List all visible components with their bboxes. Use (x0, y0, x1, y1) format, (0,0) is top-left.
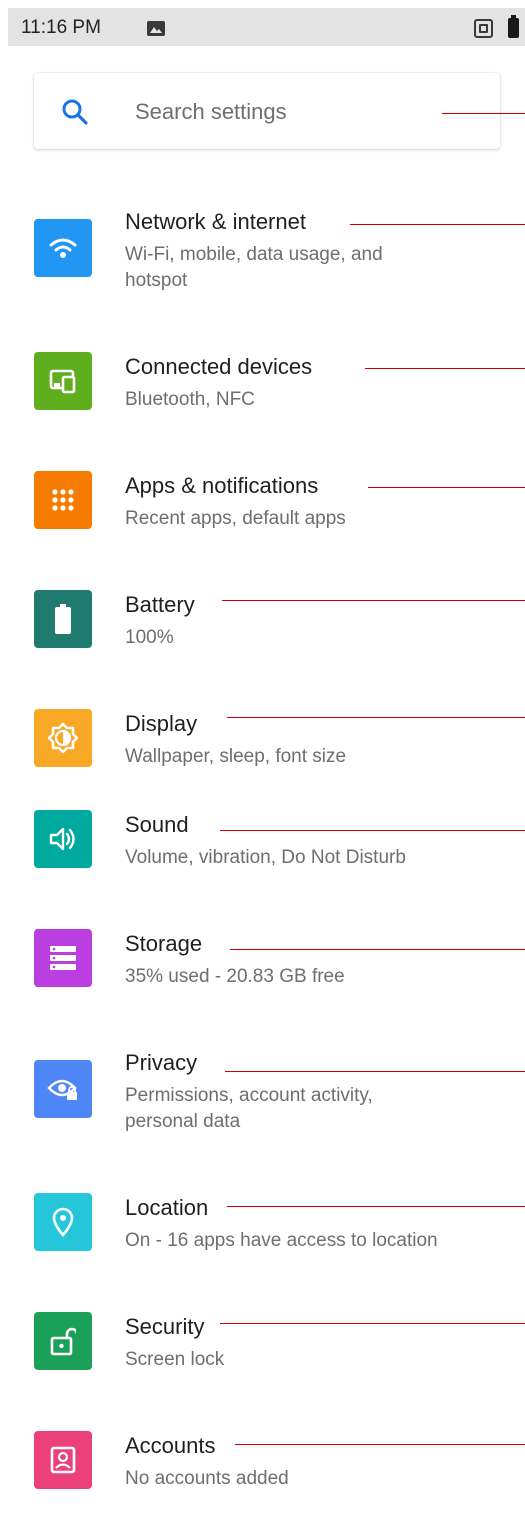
settings-item-sound[interactable]: Sound Volume, vibration, Do Not Disturb (0, 803, 525, 903)
annotation-line (365, 368, 525, 369)
item-title: Security (125, 1314, 205, 1339)
annotation-line (220, 1323, 525, 1324)
brightness-icon (34, 709, 92, 767)
settings-screen: 11:16 PM Search settings Network & inter… (0, 0, 525, 1506)
item-summary: 100% (125, 627, 174, 648)
annotation-line (368, 487, 525, 488)
lock-icon (34, 1312, 92, 1370)
nfc-icon (474, 19, 493, 38)
item-summary: On - 16 apps have access to location (125, 1230, 438, 1251)
annotation-line (227, 1206, 525, 1207)
settings-item-storage[interactable]: Storage 35% used - 20.83 GB free (0, 922, 525, 1022)
settings-item-security[interactable]: Security Screen lock (0, 1305, 525, 1405)
privacy-eye-icon (34, 1060, 92, 1118)
gallery-icon (147, 21, 165, 36)
annotation-line (222, 600, 525, 601)
search-bar[interactable]: Search settings (34, 73, 500, 149)
item-title: Apps & notifications (125, 473, 319, 498)
item-title: Connected devices (125, 354, 313, 379)
status-time: 11:16 PM (21, 17, 101, 38)
item-title: Display (125, 711, 198, 736)
item-title: Storage (125, 931, 203, 956)
search-input[interactable]: Search settings (135, 99, 287, 125)
wifi-icon (34, 219, 92, 277)
item-summary: Volume, vibration, Do Not Disturb (125, 847, 406, 868)
item-summary: Bluetooth, NFC (125, 389, 255, 410)
settings-item-apps-notifications[interactable]: Apps & notifications Recent apps, defaul… (0, 464, 525, 564)
item-title: Accounts (125, 1433, 216, 1458)
item-title: Battery (125, 592, 195, 617)
item-title: Network & internet (125, 209, 306, 234)
item-summary: Wallpaper, sleep, font size (125, 746, 347, 767)
volume-icon (34, 810, 92, 868)
item-summary: Screen lock (125, 1349, 225, 1370)
item-summary: No accounts added (125, 1468, 289, 1489)
battery-icon (34, 590, 92, 648)
settings-item-battery[interactable]: Battery 100% (0, 583, 525, 683)
item-summary: Wi-Fi, mobile, data usage, and hotspot (125, 244, 383, 291)
location-pin-icon (34, 1193, 92, 1251)
annotation-line (225, 1071, 525, 1072)
search-icon (61, 98, 89, 131)
item-title: Privacy (125, 1050, 198, 1075)
apps-grid-icon (34, 471, 92, 529)
settings-item-connected-devices[interactable]: Connected devices Bluetooth, NFC (0, 345, 525, 445)
battery-icon (508, 15, 519, 38)
settings-item-location[interactable]: Location On - 16 apps have access to loc… (0, 1186, 525, 1286)
item-title: Sound (125, 812, 189, 837)
item-summary: 35% used - 20.83 GB free (125, 966, 345, 987)
item-summary: Recent apps, default apps (125, 508, 346, 529)
item-summary: Permissions, account activity, personal … (125, 1085, 373, 1132)
devices-icon (34, 352, 92, 410)
annotation-line (227, 717, 525, 718)
annotation-line (235, 1444, 525, 1445)
annotation-line (230, 949, 525, 950)
settings-item-accounts[interactable]: Accounts No accounts added (0, 1424, 525, 1524)
settings-item-privacy[interactable]: Privacy Permissions, account activity, p… (0, 1041, 525, 1141)
storage-icon (34, 929, 92, 987)
item-title: Location (125, 1195, 209, 1220)
annotation-line (350, 224, 525, 225)
annotation-line (220, 830, 525, 831)
account-box-icon (34, 1431, 92, 1489)
annotation-line (442, 113, 525, 114)
status-bar: 11:16 PM (8, 8, 525, 46)
settings-item-network[interactable]: Network & internet Wi-Fi, mobile, data u… (0, 200, 525, 300)
